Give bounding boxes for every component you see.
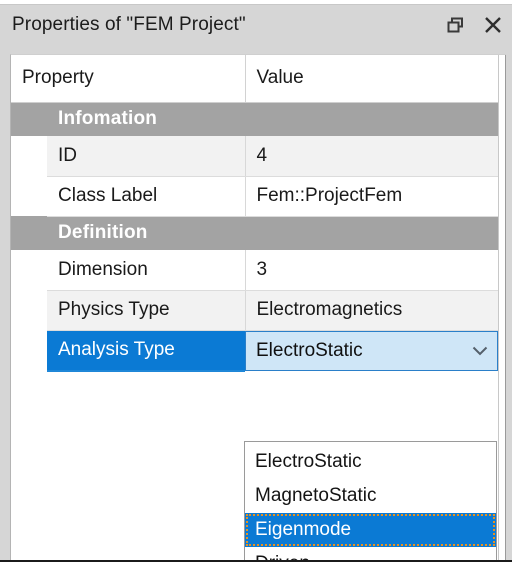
column-header-value[interactable]: Value [245,55,498,103]
property-value-analysis-type[interactable]: ElectroStatic [245,330,498,371]
title-bar[interactable]: Properties of "FEM Project" [0,4,512,45]
row-indent [11,330,47,371]
window-title: Properties of "FEM Project" [12,14,246,35]
scroll-gutter[interactable] [498,55,506,560]
group-label-infomation: Infomation [47,102,498,136]
row-indent [11,176,47,216]
row-indent [11,290,47,330]
property-value-dimension[interactable]: 3 [245,250,498,291]
close-button[interactable] [474,5,512,46]
dropdown-option-magnetostatic[interactable]: MagnetoStatic [245,479,496,513]
dropdown-option-driven[interactable]: Driven [245,547,496,560]
restore-icon [447,17,464,34]
dropdown-option-electrostatic[interactable]: ElectroStatic [245,445,496,479]
property-label-physics-type: Physics Type [47,290,246,331]
close-icon [484,16,502,34]
chevron-down-icon[interactable] [463,346,497,356]
row-indent [11,250,47,290]
table-row-id[interactable]: ID 4 [11,136,498,177]
property-label-dimension: Dimension [47,250,246,291]
dialog-body: Property Value Infomation ID 4 Class Lab… [0,45,512,560]
row-indent [11,136,47,176]
table-row-analysis-type[interactable]: Analysis Type ElectroStatic [11,330,498,372]
group-label-definition: Definition [47,216,498,250]
column-header-property[interactable]: Property [11,55,246,103]
property-value-class-label[interactable]: Fem::ProjectFem [245,176,498,217]
table-row-physics-type[interactable]: Physics Type Electromagnetics [11,290,498,331]
group-header-row[interactable]: Infomation [11,102,498,136]
property-label-analysis-type: Analysis Type [47,330,245,372]
table-header-row: Property Value [11,55,498,103]
restore-button[interactable] [436,5,474,46]
combobox-value: ElectroStatic [256,339,363,361]
dropdown-option-eigenmode[interactable]: Eigenmode [245,513,496,547]
property-value-id[interactable]: 4 [245,136,498,177]
property-value-physics-type[interactable]: Electromagnetics [245,290,498,331]
group-header-row[interactable]: Definition [11,216,498,250]
analysis-type-combobox[interactable]: ElectroStatic [245,330,498,371]
analysis-type-dropdown-list[interactable]: ElectroStatic MagnetoStatic Eigenmode Dr… [244,441,497,560]
property-label-class-label: Class Label [47,176,246,217]
table-row-class-label[interactable]: Class Label Fem::ProjectFem [11,176,498,217]
window-controls [436,5,512,45]
properties-table: Property Value Infomation ID 4 Class Lab… [11,55,498,372]
properties-table-body: Infomation ID 4 Class Label Fem::Project… [11,102,498,372]
property-label-id: ID [47,136,246,177]
table-row-dimension[interactable]: Dimension 3 [11,250,498,291]
properties-dialog: Properties of "FEM Project" Property Val… [0,0,512,562]
